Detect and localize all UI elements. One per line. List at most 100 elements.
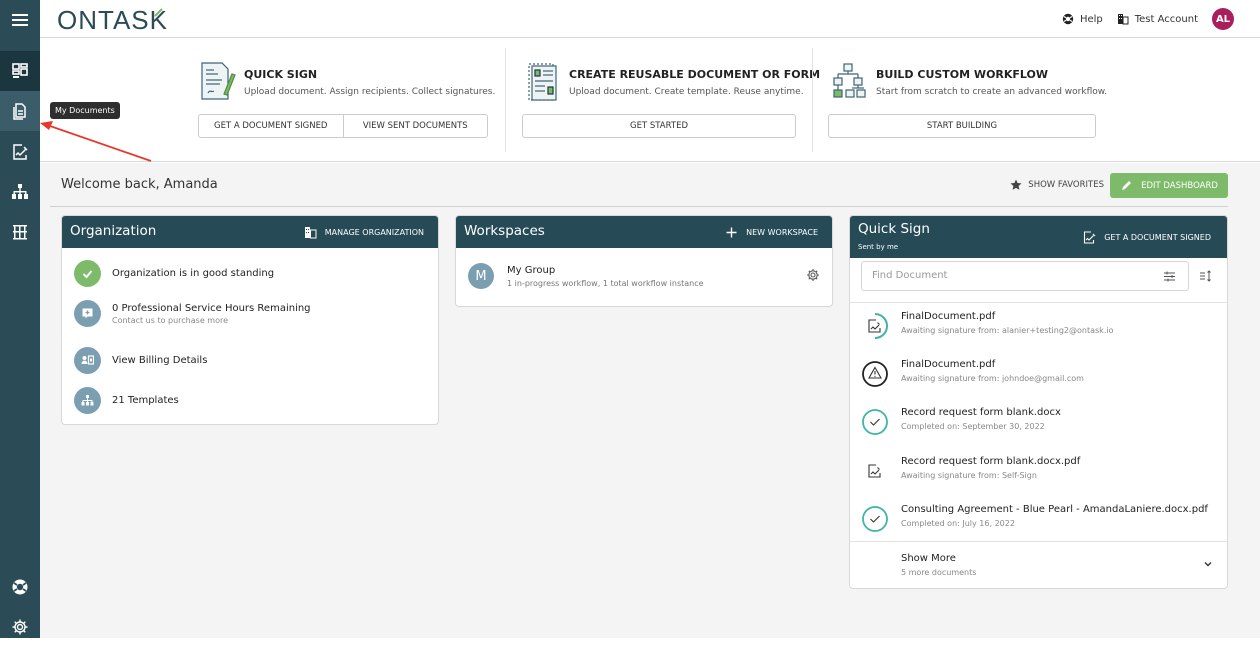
workflow-buttons: START BUILDING: [828, 114, 1096, 138]
completed-icon: [862, 409, 888, 435]
chevron-down-icon: [1204, 562, 1212, 567]
templates-icon: [81, 395, 94, 406]
workflow-desc: Start from scratch to create an advanced…: [876, 87, 1108, 97]
warning-icon: [862, 361, 888, 387]
document-name: FinalDocument.pdf: [901, 311, 996, 322]
get-document-signed-button[interactable]: GET A DOCUMENT SIGNED: [199, 115, 343, 137]
org-item-text: Organization is in good standing: [112, 268, 275, 279]
sidebar-item-help[interactable]: [0, 567, 40, 607]
show-favorites-button[interactable]: SHOW FAVORITES: [1010, 179, 1104, 191]
help-link[interactable]: Help: [1062, 13, 1103, 25]
org-billing-badge: [74, 347, 101, 374]
document-item[interactable]: FinalDocument.pdf Awaiting signature fro…: [850, 307, 1227, 355]
billing-icon: [81, 355, 94, 365]
show-more-button[interactable]: Show More 5 more documents: [850, 542, 1227, 588]
welcome-message: Welcome back, Amanda: [61, 177, 218, 192]
lifebuoy-icon: [1062, 13, 1074, 25]
workspace-item[interactable]: M My Group 1 in-progress workflow, 1 tot…: [456, 248, 832, 306]
account-label: Test Account: [1134, 13, 1198, 25]
show-more-count: 5 more documents: [901, 568, 977, 577]
my-documents-tooltip: My Documents: [50, 102, 120, 119]
organization-title: Organization: [70, 223, 157, 239]
document-name: Record request form blank.docx.pdf: [901, 456, 1081, 467]
org-standing-badge: [74, 260, 101, 287]
quick-sign-icon: [201, 62, 236, 100]
edit-dashboard-button[interactable]: EDIT DASHBOARD: [1110, 173, 1228, 198]
sidebar-item-quick-sign[interactable]: [0, 132, 40, 172]
org-templates-badge: [74, 387, 101, 414]
org-item-service-hours[interactable]: 0 Professional Service Hours Remaining C…: [74, 300, 311, 327]
search-divider: [850, 302, 1227, 303]
workspace-summary: 1 in-progress workflow, 1 total workflow…: [507, 279, 704, 288]
organization-card-header: Organization MANAGE ORGANIZATION: [62, 216, 438, 248]
document-status: Awaiting signature from: johndoe@gmail.c…: [901, 374, 1084, 383]
manage-organization-button[interactable]: MANAGE ORGANIZATION: [304, 226, 424, 239]
sidebar-item-my-documents[interactable]: [0, 91, 40, 131]
hamburger-icon: [12, 14, 28, 26]
check-icon: [82, 270, 93, 279]
workspaces-title: Workspaces: [464, 223, 545, 239]
app-root: My Documents ONTASK Help Test Account AL…: [0, 0, 1260, 646]
organization-card: Organization MANAGE ORGANIZATION Organiz…: [61, 215, 439, 425]
find-document-search: [861, 261, 1189, 291]
ontask-logo[interactable]: ONTASK: [57, 5, 168, 36]
document-item[interactable]: FinalDocument.pdf Awaiting signature fro…: [850, 355, 1227, 403]
quick-actions: QUICK SIGN Upload document. Assign recip…: [40, 38, 1260, 162]
org-item-billing[interactable]: View Billing Details: [74, 347, 207, 374]
account-link[interactable]: Test Account: [1117, 13, 1198, 25]
sign-document-icon: [868, 464, 881, 478]
show-more-label: Show More: [901, 553, 956, 564]
logo-k: K: [149, 5, 168, 35]
filter-sliders-icon[interactable]: [1163, 270, 1176, 283]
view-sent-documents-button[interactable]: VIEW SENT DOCUMENTS: [342, 115, 488, 137]
dashboard-main: Welcome back, Amanda SHOW FAVORITES EDIT…: [40, 163, 1260, 638]
reusable-buttons: GET STARTED: [522, 114, 796, 138]
org-item-standing: Organization is in good standing: [74, 260, 274, 287]
documents-icon: [13, 103, 26, 120]
sidebar-item-templates[interactable]: [0, 212, 40, 252]
get-started-button[interactable]: GET STARTED: [523, 115, 795, 137]
templates-icon: [13, 225, 27, 240]
completed-icon: [862, 506, 888, 532]
org-item-text: 0 Professional Service Hours Remaining: [112, 302, 311, 314]
org-item-text: 21 Templates: [112, 395, 179, 406]
sidebar: [0, 0, 40, 638]
workflow-title: BUILD CUSTOM WORKFLOW: [876, 68, 1049, 81]
sort-icon[interactable]: [1199, 269, 1213, 283]
workflow-icon: [12, 184, 28, 199]
show-favorites-label: SHOW FAVORITES: [1028, 180, 1104, 190]
workspace-settings-icon[interactable]: [806, 268, 820, 282]
workflow-builder-icon: [833, 63, 866, 98]
document-name: Consulting Agreement - Blue Pearl - Aman…: [901, 504, 1208, 515]
sidebar-menu-button[interactable]: [0, 0, 40, 40]
qs-get-document-signed-button[interactable]: GET A DOCUMENT SIGNED: [1083, 231, 1211, 244]
building-icon: [1117, 14, 1129, 25]
workspace-avatar: M: [468, 263, 494, 289]
quick-sign-card-header: Quick Sign Sent by me GET A DOCUMENT SIG…: [850, 216, 1227, 258]
quick-sign-desc: Upload document. Assign recipients. Coll…: [244, 87, 496, 97]
bottom-strip: [0, 638, 1260, 646]
manage-organization-label: MANAGE ORGANIZATION: [324, 228, 424, 237]
user-avatar[interactable]: AL: [1212, 8, 1234, 30]
org-item-templates[interactable]: 21 Templates: [74, 387, 179, 414]
logo-text: ONTAS: [57, 5, 150, 35]
star-icon: [1010, 179, 1022, 190]
org-service-badge: [74, 300, 101, 327]
document-item[interactable]: Record request form blank.docx Completed…: [850, 403, 1227, 451]
find-document-input[interactable]: [872, 270, 1132, 281]
quick-sign-buttons: GET A DOCUMENT SIGNED VIEW SENT DOCUMENT…: [198, 114, 488, 138]
edit-dashboard-label: EDIT DASHBOARD: [1141, 180, 1218, 191]
pencil-icon: [1122, 181, 1132, 190]
document-status: Awaiting signature from: alanier+testing…: [901, 326, 1114, 335]
start-building-button[interactable]: START BUILDING: [829, 115, 1095, 137]
gear-icon: [12, 619, 28, 635]
reusable-title: CREATE REUSABLE DOCUMENT OR FORM: [569, 68, 821, 81]
document-name: FinalDocument.pdf: [901, 359, 996, 370]
sidebar-item-workflows[interactable]: [0, 172, 40, 212]
top-bar: ONTASK Help Test Account AL: [40, 0, 1260, 38]
document-status: Completed on: September 30, 2022: [901, 422, 1045, 431]
document-item[interactable]: Record request form blank.docx.pdf Await…: [850, 452, 1227, 500]
dashboard-icon: [12, 63, 28, 78]
sidebar-item-dashboard[interactable]: [0, 51, 40, 91]
new-workspace-button[interactable]: NEW WORKSPACE: [725, 226, 818, 239]
